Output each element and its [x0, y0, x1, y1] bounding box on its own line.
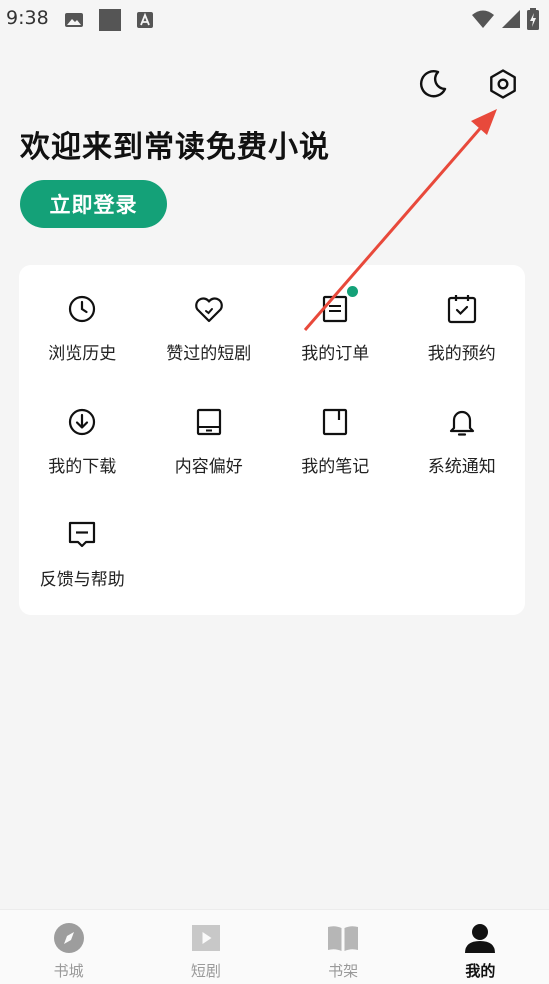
- menu-card: 浏览历史 赞过的短剧 我的订单 我的预约 我的下载 内容偏好 我的笔记 系统通知…: [19, 265, 525, 615]
- menu-item-reservations[interactable]: 我的预约: [399, 290, 526, 403]
- menu-item-label: 我的预约: [427, 344, 496, 364]
- font-icon: [136, 11, 154, 33]
- bottom-nav: 书城 短剧 书架 我的: [0, 909, 549, 984]
- image-icon: [64, 11, 84, 33]
- menu-item-label: 反馈与帮助: [39, 570, 125, 590]
- welcome-title: 欢迎来到常读免费小说: [20, 130, 330, 165]
- gear-icon: [487, 68, 519, 104]
- menu-item-downloads[interactable]: 我的下载: [19, 403, 146, 516]
- nav-item-bookstore[interactable]: 书城: [0, 910, 137, 984]
- menu-item-label: 赞过的短剧: [166, 344, 252, 364]
- menu-item-liked-dramas[interactable]: 赞过的短剧: [146, 290, 273, 403]
- menu-item-notifications[interactable]: 系统通知: [399, 403, 526, 516]
- menu-item-label: 内容偏好: [174, 457, 243, 477]
- nav-label: 书架: [328, 962, 359, 980]
- menu-item-feedback[interactable]: 反馈与帮助: [19, 516, 146, 629]
- square-icon: [98, 8, 122, 36]
- menu-item-label: 浏览历史: [48, 344, 117, 364]
- nav-item-short-drama[interactable]: 短剧: [137, 910, 274, 984]
- clock-icon: [65, 292, 99, 326]
- play-icon: [190, 922, 222, 958]
- menu-item-label: 系统通知: [427, 457, 496, 477]
- nav-item-bookshelf[interactable]: 书架: [275, 910, 412, 984]
- login-button[interactable]: 立即登录: [20, 180, 167, 228]
- nav-item-mine[interactable]: 我的: [412, 910, 549, 984]
- nav-label: 短剧: [190, 962, 221, 980]
- calendar-check-icon: [445, 292, 479, 326]
- menu-item-notes[interactable]: 我的笔记: [272, 403, 399, 516]
- notebook-icon: [318, 405, 352, 439]
- order-doc-icon: [318, 286, 359, 326]
- dark-mode-button[interactable]: [415, 68, 451, 104]
- tablet-icon: [192, 405, 226, 439]
- download-icon: [65, 405, 99, 439]
- book-icon: [326, 922, 360, 958]
- compass-icon: [53, 922, 85, 958]
- moon-icon: [418, 69, 448, 103]
- status-time: 9:38: [6, 7, 49, 29]
- settings-button[interactable]: [485, 68, 521, 104]
- nav-label: 书城: [53, 962, 84, 980]
- menu-item-orders[interactable]: 我的订单: [272, 286, 399, 403]
- bell-icon: [445, 405, 479, 439]
- menu-item-label: 我的下载: [48, 457, 117, 477]
- menu-item-preferences[interactable]: 内容偏好: [146, 403, 273, 516]
- battery-charging-icon: [527, 8, 539, 34]
- status-bar: 9:38: [0, 0, 549, 40]
- notification-dot: [347, 286, 359, 297]
- wifi-icon: [471, 9, 495, 33]
- menu-item-label: 我的笔记: [301, 457, 370, 477]
- menu-item-history[interactable]: 浏览历史: [19, 290, 146, 403]
- menu-item-label: 我的订单: [301, 344, 370, 364]
- feedback-icon: [65, 518, 99, 552]
- person-icon: [463, 922, 497, 958]
- heart-icon: [192, 292, 226, 326]
- signal-icon: [501, 9, 521, 33]
- nav-label: 我的: [465, 962, 496, 980]
